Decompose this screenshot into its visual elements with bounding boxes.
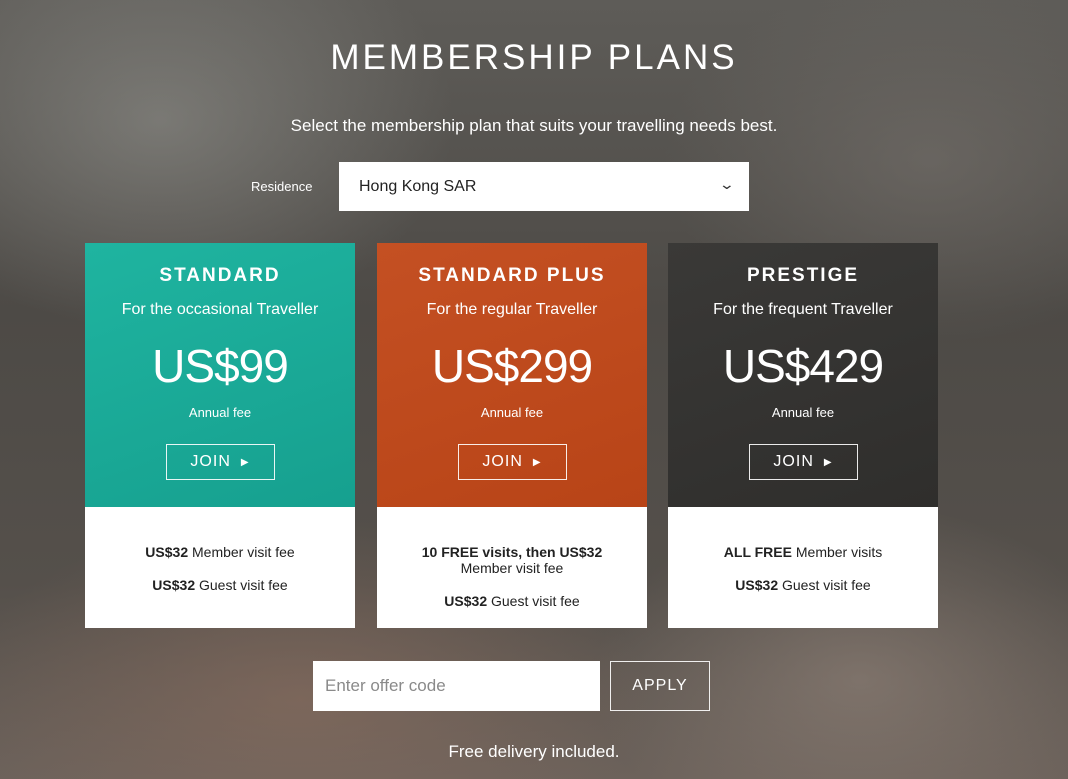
join-button-standard[interactable]: JOIN ▶ [165,444,275,480]
plan-details: ALL FREE Member visits US$32 Guest visit… [668,507,938,628]
plan-price: US$99 [152,340,289,392]
plan-header: PRESTIGE For the frequent Traveller US$4… [668,243,938,507]
plan-card-prestige: PRESTIGE For the frequent Traveller US$4… [668,243,938,628]
caret-right-icon: ▶ [532,456,542,468]
plan-card-standard: STANDARD For the occasional Traveller US… [85,243,355,628]
offer-code-input[interactable] [313,661,600,711]
guest-fee-text: Guest visit fee [195,577,288,593]
plan-tagline: For the regular Traveller [426,301,598,318]
join-label: JOIN [190,453,231,470]
guest-fee-amount: US$32 [735,577,779,593]
member-fee-text: Member visits [791,544,883,560]
plan-header: STANDARD For the occasional Traveller US… [85,243,355,507]
page-subtitle: Select the membership plan that suits yo… [290,116,778,135]
plan-name: STANDARD PLUS [418,265,606,286]
guest-fee-text: Guest visit fee [778,577,871,593]
plan-details: 10 FREE visits, then US$32 Member visit … [377,507,647,628]
member-fee: 10 FREE visits, then US$32 Member visit … [377,544,647,576]
residence-select[interactable]: Hong Kong SAR ⌄ [339,162,749,211]
guest-fee-amount: US$32 [444,593,488,609]
plan-price: US$429 [722,340,884,392]
chevron-down-icon: ⌄ [718,176,736,192]
plan-details: US$32 Member visit fee US$32 Guest visit… [85,507,355,628]
member-fee-amount: 10 FREE visits, then US$32 [421,544,603,560]
join-label: JOIN [482,453,523,470]
plan-tagline: For the frequent Traveller [713,301,893,318]
caret-right-icon: ▶ [240,456,250,468]
plan-name: STANDARD [159,265,281,286]
plan-price: US$299 [431,340,593,392]
residence-label: Residence [251,179,313,194]
member-fee: US$32 Member visit fee [85,544,355,560]
member-fee: ALL FREE Member visits [668,544,938,560]
member-fee-text: Member visit fee [460,560,564,576]
delivery-note: Free delivery included. [448,742,620,761]
member-fee-amount: US$32 [145,544,189,560]
join-button-standard-plus[interactable]: JOIN ▶ [457,444,567,480]
plan-fee-label: Annual fee [771,405,835,420]
guest-fee: US$32 Guest visit fee [377,593,647,609]
guest-fee: US$32 Guest visit fee [668,577,938,593]
caret-right-icon: ▶ [823,456,833,468]
plan-header: STANDARD PLUS For the regular Traveller … [377,243,647,507]
member-fee-amount: ALL FREE [723,544,792,560]
plan-fee-label: Annual fee [480,405,544,420]
join-label: JOIN [773,453,814,470]
guest-fee-text: Guest visit fee [487,593,580,609]
guest-fee-amount: US$32 [152,577,196,593]
plan-tagline: For the occasional Traveller [121,301,319,318]
apply-button[interactable]: APPLY [610,661,710,711]
join-button-prestige[interactable]: JOIN ▶ [748,444,858,480]
plan-name: PRESTIGE [746,265,860,286]
page-title: MEMBERSHIP PLANS [330,38,738,77]
member-fee-text: Member visit fee [188,544,295,560]
residence-selected-value: Hong Kong SAR [359,177,477,195]
plan-card-standard-plus: STANDARD PLUS For the regular Traveller … [377,243,647,628]
guest-fee: US$32 Guest visit fee [85,577,355,593]
plan-fee-label: Annual fee [188,405,252,420]
